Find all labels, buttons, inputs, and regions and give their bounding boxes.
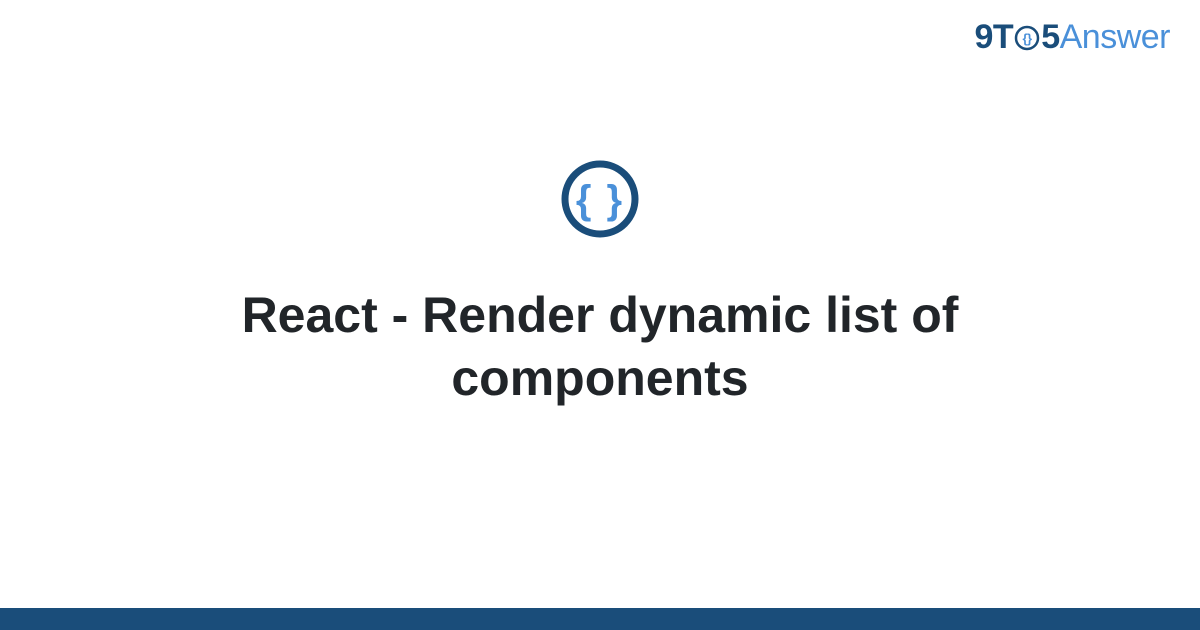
main-content: { } React - Render dynamic list of compo… <box>0 0 1200 608</box>
footer-bar <box>0 608 1200 630</box>
braces-icon: { } <box>560 159 640 244</box>
page-title: React - Render dynamic list of component… <box>150 284 1050 409</box>
svg-text:{ }: { } <box>576 178 624 222</box>
